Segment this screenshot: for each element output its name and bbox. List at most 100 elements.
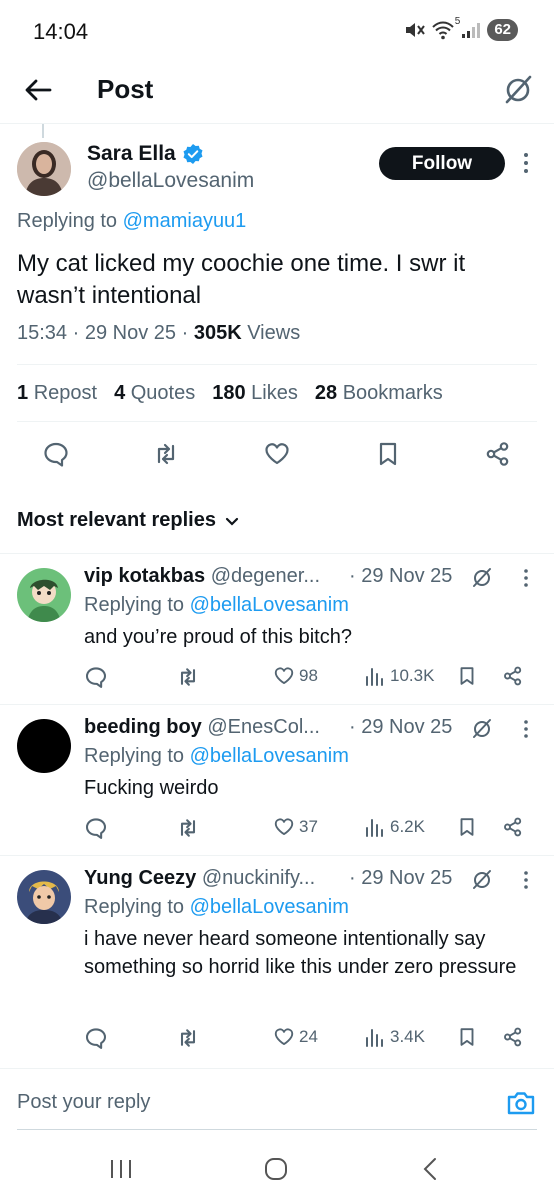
views-label: Views — [247, 322, 301, 344]
reposts-stat[interactable]: 1 Repost — [17, 382, 97, 405]
bookmark-icon — [460, 667, 474, 685]
grok-icon — [505, 75, 532, 104]
camera-icon — [507, 1092, 535, 1115]
more-options-button[interactable] — [518, 151, 534, 175]
avatar[interactable] — [17, 142, 71, 196]
reply-button[interactable] — [84, 816, 108, 840]
avatar[interactable] — [17, 870, 71, 924]
reply-item[interactable]: beeding boy @EnesCol... · 29 Nov 25 Repl… — [0, 705, 554, 855]
avatar[interactable] — [17, 568, 71, 622]
views-count: 3.4K — [390, 1027, 425, 1046]
replying-to-link[interactable]: @bellaLovesanim — [190, 594, 349, 616]
chevron-down-icon — [225, 517, 239, 526]
views-button[interactable]: 6.2K — [364, 816, 425, 838]
reply-author-handle[interactable]: @degener... — [211, 565, 320, 587]
reply-more-button[interactable] — [520, 869, 532, 891]
post-time: 15:34 — [17, 322, 68, 344]
replying-prefix: Replying to — [84, 896, 185, 918]
replying-to-link[interactable]: @mamiayuu1 — [123, 210, 247, 232]
bookmark-button[interactable] — [456, 816, 478, 838]
reply-more-button[interactable] — [520, 718, 532, 740]
follow-button[interactable]: Follow — [379, 147, 505, 180]
views-button[interactable]: 3.4K — [364, 1026, 425, 1048]
repost-button[interactable] — [176, 1026, 200, 1050]
replying-prefix: Replying to — [17, 210, 118, 232]
views-count: 305K — [193, 322, 242, 344]
like-button[interactable]: 37 — [273, 816, 318, 838]
author-name-text: Sara Ella — [87, 142, 176, 165]
reply-item[interactable]: Yung Ceezy @nuckinify... · 29 Nov 25 Rep… — [0, 856, 554, 1066]
system-back-button[interactable] — [418, 1156, 444, 1182]
thread-line — [42, 124, 44, 138]
reply-item[interactable]: vip kotakbas @degener... · 29 Nov 25 Rep… — [0, 554, 554, 704]
back-button[interactable] — [22, 74, 54, 106]
share-button[interactable] — [502, 816, 524, 838]
chevron-left-icon — [423, 1158, 436, 1180]
home-button[interactable] — [263, 1156, 289, 1182]
replies-sort-dropdown[interactable]: Most relevant replies — [17, 509, 240, 532]
replying-to-link[interactable]: @bellaLovesanim — [190, 745, 349, 767]
reply-more-button[interactable] — [520, 567, 532, 589]
post-date: 29 Nov 25 — [84, 322, 177, 344]
repost-button[interactable] — [176, 816, 200, 840]
meta-separator: · — [181, 322, 189, 344]
repost-button[interactable] — [152, 440, 180, 468]
reply-text: Fucking weirdo — [84, 777, 219, 799]
like-count: 37 — [299, 817, 318, 836]
views-button[interactable]: 10.3K — [364, 665, 434, 687]
share-button[interactable] — [502, 1026, 524, 1048]
share-button[interactable] — [484, 440, 512, 468]
repost-icon — [180, 819, 196, 837]
like-button[interactable]: 98 — [273, 665, 318, 687]
reply-author-handle[interactable]: @EnesCol... — [207, 716, 320, 738]
bookmarks-stat[interactable]: 28 Bookmarks — [315, 382, 443, 405]
like-button[interactable]: 24 — [273, 1026, 318, 1048]
bookmark-button[interactable] — [374, 440, 402, 468]
engagement-stats: 1 Repost 4 Quotes 180 Likes 28 Bookmarks — [17, 364, 537, 422]
grok-button[interactable] — [500, 72, 536, 108]
grok-icon — [473, 719, 491, 738]
reply-replying-to: Replying to @bellaLovesanim — [84, 594, 349, 617]
more-vertical-icon — [524, 569, 528, 587]
reply-button[interactable] — [42, 440, 70, 468]
reply-text: i have never heard someone intentionally… — [84, 928, 517, 978]
recent-apps-button[interactable] — [108, 1156, 134, 1182]
reply-author-name[interactable]: Yung Ceezy — [84, 867, 196, 889]
avatar[interactable] — [17, 719, 71, 773]
grok-icon — [473, 568, 491, 587]
camera-button[interactable] — [506, 1089, 536, 1117]
reply-author-name[interactable]: beeding boy — [84, 716, 202, 738]
reply-author-name[interactable]: vip kotakbas — [84, 565, 205, 587]
signal-icon — [461, 21, 481, 39]
reply-button[interactable] — [84, 1026, 108, 1050]
bookmark-button[interactable] — [456, 665, 478, 687]
bookmark-button[interactable] — [456, 1026, 478, 1048]
reply-input[interactable] — [17, 1091, 477, 1114]
status-icons: 5 62 — [403, 16, 518, 41]
quotes-stat[interactable]: 4 Quotes — [114, 382, 195, 405]
grok-button[interactable] — [470, 566, 494, 590]
system-nav-bar — [0, 1130, 554, 1200]
reply-button[interactable] — [84, 665, 108, 689]
reply-author-handle[interactable]: @nuckinify... — [202, 867, 315, 889]
likes-stat[interactable]: 180 Likes — [212, 382, 298, 405]
author-name[interactable]: Sara Ella — [87, 142, 204, 166]
author-handle[interactable]: @bellaLovesanim — [87, 169, 254, 193]
post-meta: 15:34 · 29 Nov 25 · 305K Views — [17, 322, 300, 345]
share-button[interactable] — [502, 665, 524, 687]
repost-button[interactable] — [176, 665, 200, 689]
repost-icon — [180, 1029, 196, 1047]
bookmark-icon — [460, 1028, 474, 1046]
status-time: 14:04 — [33, 19, 89, 44]
more-vertical-icon — [524, 153, 528, 173]
views-bar-icon — [366, 668, 383, 686]
reply-header: vip kotakbas @degener... — [84, 565, 320, 588]
reply-text: and you’re proud of this bitch? — [84, 626, 352, 648]
reply-replying-to: Replying to @bellaLovesanim — [84, 896, 349, 919]
more-vertical-icon — [524, 720, 528, 738]
grok-button[interactable] — [470, 868, 494, 892]
quotes-label: Quotes — [130, 381, 196, 404]
like-button[interactable] — [263, 440, 291, 468]
replying-to-link[interactable]: @bellaLovesanim — [190, 896, 349, 918]
grok-button[interactable] — [470, 717, 494, 741]
